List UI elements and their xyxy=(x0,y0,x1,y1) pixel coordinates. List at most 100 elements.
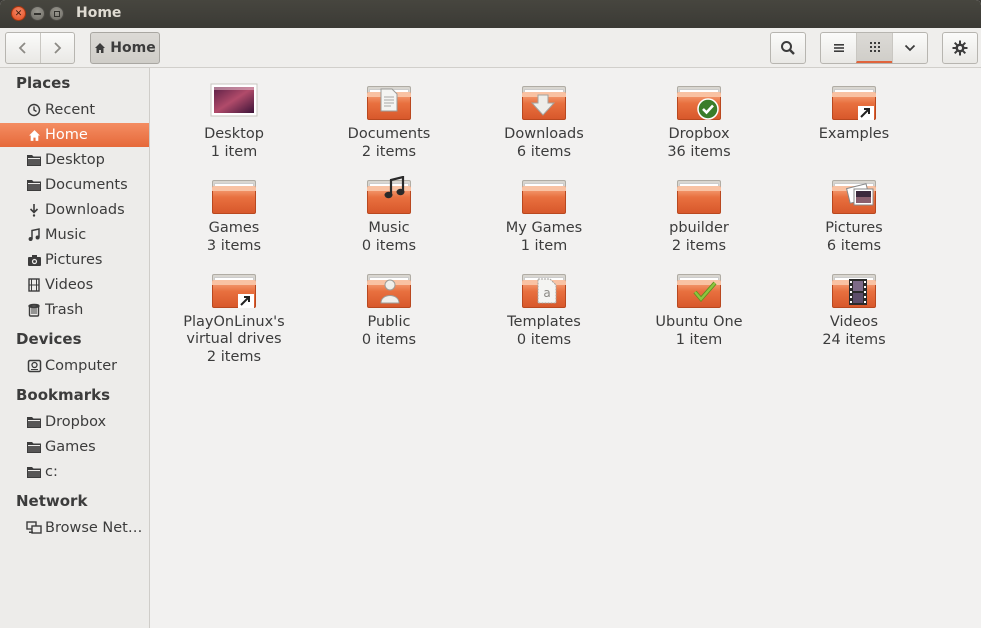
sidebar-item-computer[interactable]: Computer xyxy=(0,354,149,378)
drive-icon xyxy=(26,358,42,374)
file-item-games[interactable]: Games 3 items xyxy=(159,172,309,256)
file-name: Templates xyxy=(507,314,581,330)
file-name: Pictures xyxy=(825,220,883,236)
view-options-button[interactable] xyxy=(891,33,927,63)
link-emblem-icon xyxy=(858,106,874,124)
file-item-videos[interactable]: Videos 24 items xyxy=(779,266,929,350)
desktop-icon xyxy=(210,78,258,126)
minimize-icon xyxy=(34,12,41,15)
folder-icon xyxy=(520,172,568,220)
forward-button[interactable] xyxy=(39,33,74,63)
file-item-documents[interactable]: Documents 2 items xyxy=(314,78,464,162)
sidebar-item-desktop[interactable]: Desktop xyxy=(0,148,149,172)
file-name: Dropbox xyxy=(668,126,730,142)
file-name: Videos xyxy=(829,314,879,330)
sidebar-item-label: Videos xyxy=(45,277,94,293)
sidebar-item-music[interactable]: Music xyxy=(0,223,149,247)
home-icon xyxy=(26,127,42,143)
chevron-right-icon xyxy=(54,42,62,54)
grid-view-button[interactable] xyxy=(856,33,892,63)
file-item-count: 0 items xyxy=(361,238,417,254)
file-item-music[interactable]: Music 0 items xyxy=(314,172,464,256)
folder-icon xyxy=(830,172,878,220)
music-emblem-icon xyxy=(383,175,405,204)
sidebar-item-label: Pictures xyxy=(45,252,103,268)
file-item-count: 2 items xyxy=(361,144,417,160)
sidebar-item-downloads[interactable]: Downloads xyxy=(0,198,149,222)
sidebar-item-recent[interactable]: Recent xyxy=(0,98,149,122)
sidebar-section-bookmarks: Bookmarks xyxy=(16,386,111,404)
sidebar-item-label: c: xyxy=(45,464,58,480)
close-icon: ✕ xyxy=(14,8,23,19)
file-item-downloads[interactable]: Downloads 6 items xyxy=(469,78,619,162)
file-name: Ubuntu One xyxy=(655,314,743,330)
person-emblem-icon xyxy=(379,278,401,308)
location-home-button[interactable]: Home xyxy=(90,32,160,64)
minimize-window-button[interactable] xyxy=(30,6,45,21)
sidebar-item-documents[interactable]: Documents xyxy=(0,173,149,197)
folder-icon xyxy=(26,152,42,168)
film-emblem-icon xyxy=(848,278,868,310)
sidebar-item-videos[interactable]: Videos xyxy=(0,273,149,297)
sidebar-item-label: Downloads xyxy=(45,202,125,218)
file-name: pbuilder xyxy=(669,220,729,236)
sidebar-item-home[interactable]: Home xyxy=(0,123,149,147)
sidebar: Places Recent Home Desktop Documents Download… xyxy=(0,68,150,628)
file-name: My Games xyxy=(505,220,583,236)
folder-icon xyxy=(365,172,413,220)
file-item-pictures[interactable]: Pictures 6 items xyxy=(779,172,929,256)
file-item-my-games[interactable]: My Games 1 item xyxy=(469,172,619,256)
file-item-templates[interactable]: a Templates 0 items xyxy=(469,266,619,350)
sidebar-item-label: Computer xyxy=(45,358,118,374)
check-emblem-icon xyxy=(693,280,717,306)
maximize-window-button[interactable] xyxy=(49,6,64,21)
file-item-ubuntu-one[interactable]: Ubuntu One 1 item xyxy=(624,266,774,350)
sidebar-item-label: Trash xyxy=(45,302,84,318)
sidebar-item-trash[interactable]: Trash xyxy=(0,298,149,322)
chevron-down-icon xyxy=(904,44,915,52)
search-icon xyxy=(781,41,795,55)
network-icon xyxy=(26,520,42,536)
file-name: Music xyxy=(368,220,410,236)
folder-icon xyxy=(520,78,568,126)
file-item-public[interactable]: Public 0 items xyxy=(314,266,464,350)
search-button[interactable] xyxy=(770,32,806,64)
folder-icon xyxy=(675,172,723,220)
sidebar-item-label: Desktop xyxy=(45,152,105,168)
location-label: Home xyxy=(110,40,156,56)
file-item-examples[interactable]: Examples xyxy=(779,78,929,143)
sidebar-item-pictures[interactable]: Pictures xyxy=(0,248,149,272)
file-item-count: 1 item xyxy=(520,238,568,254)
folder-icon xyxy=(675,266,723,314)
download-emblem-icon xyxy=(530,94,556,120)
template-emblem-icon: a xyxy=(536,278,558,308)
file-item-pbuilder[interactable]: pbuilder 2 items xyxy=(624,172,774,256)
sidebar-item-browse-net[interactable]: Browse Net… xyxy=(0,516,149,540)
file-name: Games xyxy=(208,220,260,236)
folder-icon xyxy=(26,177,42,193)
folder-icon xyxy=(26,464,42,480)
sidebar-section-network: Network xyxy=(16,492,88,510)
sidebar-item-dropbox[interactable]: Dropbox xyxy=(0,410,149,434)
back-button[interactable] xyxy=(6,33,40,63)
sidebar-item-games[interactable]: Games xyxy=(0,435,149,459)
folder-icon xyxy=(830,78,878,126)
list-view-button[interactable] xyxy=(821,33,856,63)
folder-icon xyxy=(26,414,42,430)
list-icon xyxy=(833,44,844,52)
file-item-desktop[interactable]: Desktop 1 item xyxy=(159,78,309,162)
file-name: Downloads xyxy=(504,126,584,142)
sidebar-item-label: Dropbox xyxy=(45,414,107,430)
sidebar-item-label: Games xyxy=(45,439,96,455)
file-item-dropbox[interactable]: Dropbox 36 items xyxy=(624,78,774,162)
settings-button[interactable] xyxy=(942,32,978,64)
folder-icon xyxy=(26,439,42,455)
home-icon xyxy=(95,43,106,53)
folder-icon xyxy=(830,266,878,314)
file-grid: Desktop 1 item Documents 2 items Downloads 6 … xyxy=(151,68,981,628)
file-manager-window: ✕ Home Home Places Recent Home Desktop D… xyxy=(0,0,981,628)
file-name: Desktop xyxy=(204,126,264,142)
file-item-playonlinux-s-virtual-drives[interactable]: PlayOnLinux's virtual drives 2 items xyxy=(159,266,309,367)
close-window-button[interactable]: ✕ xyxy=(11,6,26,21)
sidebar-item-c[interactable]: c: xyxy=(0,460,149,484)
